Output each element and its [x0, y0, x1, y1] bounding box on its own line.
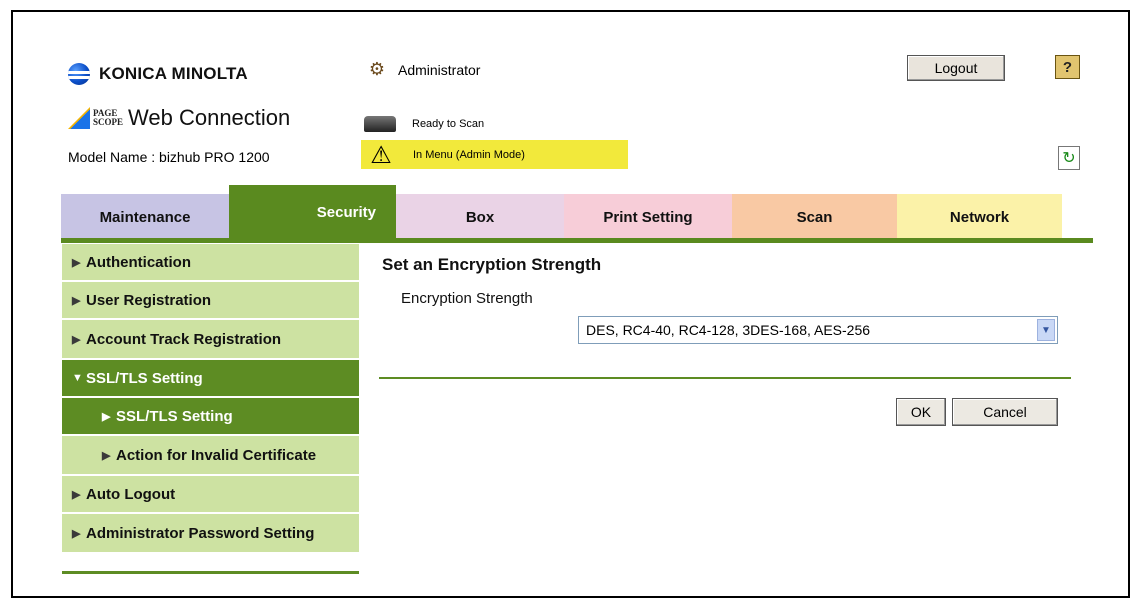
- logout-button[interactable]: Logout: [907, 55, 1005, 81]
- right-arrow-icon: ▶: [72, 294, 81, 307]
- content-divider: [379, 377, 1071, 379]
- scanner-status: Ready to Scan: [364, 113, 484, 135]
- model-name: Model Name : bizhub PRO 1200: [68, 149, 270, 165]
- encryption-strength-select[interactable]: DES, RC4-40, RC4-128, 3DES-168, AES-256 …: [578, 316, 1058, 344]
- refresh-button[interactable]: ↻: [1058, 146, 1080, 170]
- pagescope-icon: [68, 107, 90, 129]
- scan-status-text: Ready to Scan: [412, 118, 485, 130]
- menu-status-bar: ⚠ In Menu (Admin Mode): [361, 140, 628, 169]
- right-arrow-icon: ▶: [102, 410, 111, 423]
- sidebar-item-label: User Registration: [86, 291, 212, 309]
- tab-box[interactable]: Box: [396, 194, 564, 240]
- select-value: DES, RC4-40, RC4-128, 3DES-168, AES-256: [586, 322, 871, 338]
- pagescope-text: PAGE SCOPE: [93, 109, 123, 127]
- user-info: ⚙ Administrator: [364, 57, 481, 83]
- sidebar-item-account-track-registration[interactable]: ▶ Account Track Registration: [62, 320, 359, 360]
- help-button[interactable]: ?: [1055, 55, 1080, 79]
- tab-print-setting[interactable]: Print Setting: [564, 194, 732, 240]
- menu-status-text: In Menu (Admin Mode): [413, 148, 525, 161]
- cancel-button[interactable]: Cancel: [952, 398, 1058, 426]
- sidebar-item-label: Administrator Password Setting: [86, 524, 315, 542]
- sidebar-item-label: SSL/TLS Setting: [116, 407, 233, 425]
- down-arrow-icon: ▼: [72, 372, 83, 384]
- tab-maintenance[interactable]: Maintenance: [61, 194, 229, 240]
- sidebar-item-label: Action for Invalid Certificate: [116, 446, 317, 464]
- scanner-icon: [364, 116, 396, 132]
- administrator-icon: ⚙: [368, 59, 386, 80]
- pagescope-line2: SCOPE: [93, 117, 124, 127]
- sidebar-item-auto-logout[interactable]: ▶ Auto Logout: [62, 476, 359, 514]
- tab-security[interactable]: Security: [229, 185, 396, 240]
- right-arrow-icon: ▶: [72, 488, 81, 501]
- sidebar-subitem-ssl-tls-setting[interactable]: ▶ SSL/TLS Setting: [62, 398, 359, 436]
- sidebar-subitem-action-invalid-certificate[interactable]: ▶ Action for Invalid Certificate: [62, 436, 359, 476]
- globe-logo-icon: [68, 63, 90, 85]
- right-arrow-icon: ▶: [72, 256, 81, 269]
- tab-network[interactable]: Network: [897, 194, 1062, 240]
- right-arrow-icon: ▶: [72, 333, 81, 346]
- user-name: Administrator: [398, 62, 481, 78]
- sidebar-item-authentication[interactable]: ▶ Authentication: [62, 244, 359, 282]
- pagescope-logo: PAGE SCOPE Web Connection: [68, 103, 290, 133]
- product-name: Web Connection: [128, 105, 291, 130]
- right-arrow-icon: ▶: [72, 527, 81, 540]
- sidebar-bottom-line: [62, 571, 359, 574]
- sidebar-item-label: Auto Logout: [86, 485, 176, 503]
- sidebar-item-ssl-tls-setting[interactable]: ▼ SSL/TLS Setting: [62, 360, 359, 398]
- tab-scan[interactable]: Scan: [732, 194, 897, 240]
- sidebar-item-label: Authentication: [86, 253, 191, 271]
- sidebar-item-admin-password-setting[interactable]: ▶ Administrator Password Setting: [62, 514, 359, 554]
- ok-button[interactable]: OK: [896, 398, 946, 426]
- main-tabs: Maintenance Security Box Print Setting S…: [61, 185, 1093, 240]
- sidebar-item-user-registration[interactable]: ▶ User Registration: [62, 282, 359, 320]
- sidebar-item-label: Account Track Registration: [86, 330, 282, 348]
- encryption-strength-label: Encryption Strength: [401, 290, 533, 307]
- chevron-down-icon[interactable]: ▼: [1037, 319, 1055, 341]
- brand-name: KONICA MINOLTA: [99, 64, 248, 83]
- warning-icon: ⚠: [370, 140, 392, 169]
- page-title: Set an Encryption Strength: [382, 255, 602, 274]
- tab-divider-line: [61, 238, 1093, 243]
- right-arrow-icon: ▶: [102, 449, 111, 462]
- sidebar-item-label: SSL/TLS Setting: [86, 369, 203, 387]
- konica-minolta-logo: KONICA MINOLTA: [68, 62, 248, 86]
